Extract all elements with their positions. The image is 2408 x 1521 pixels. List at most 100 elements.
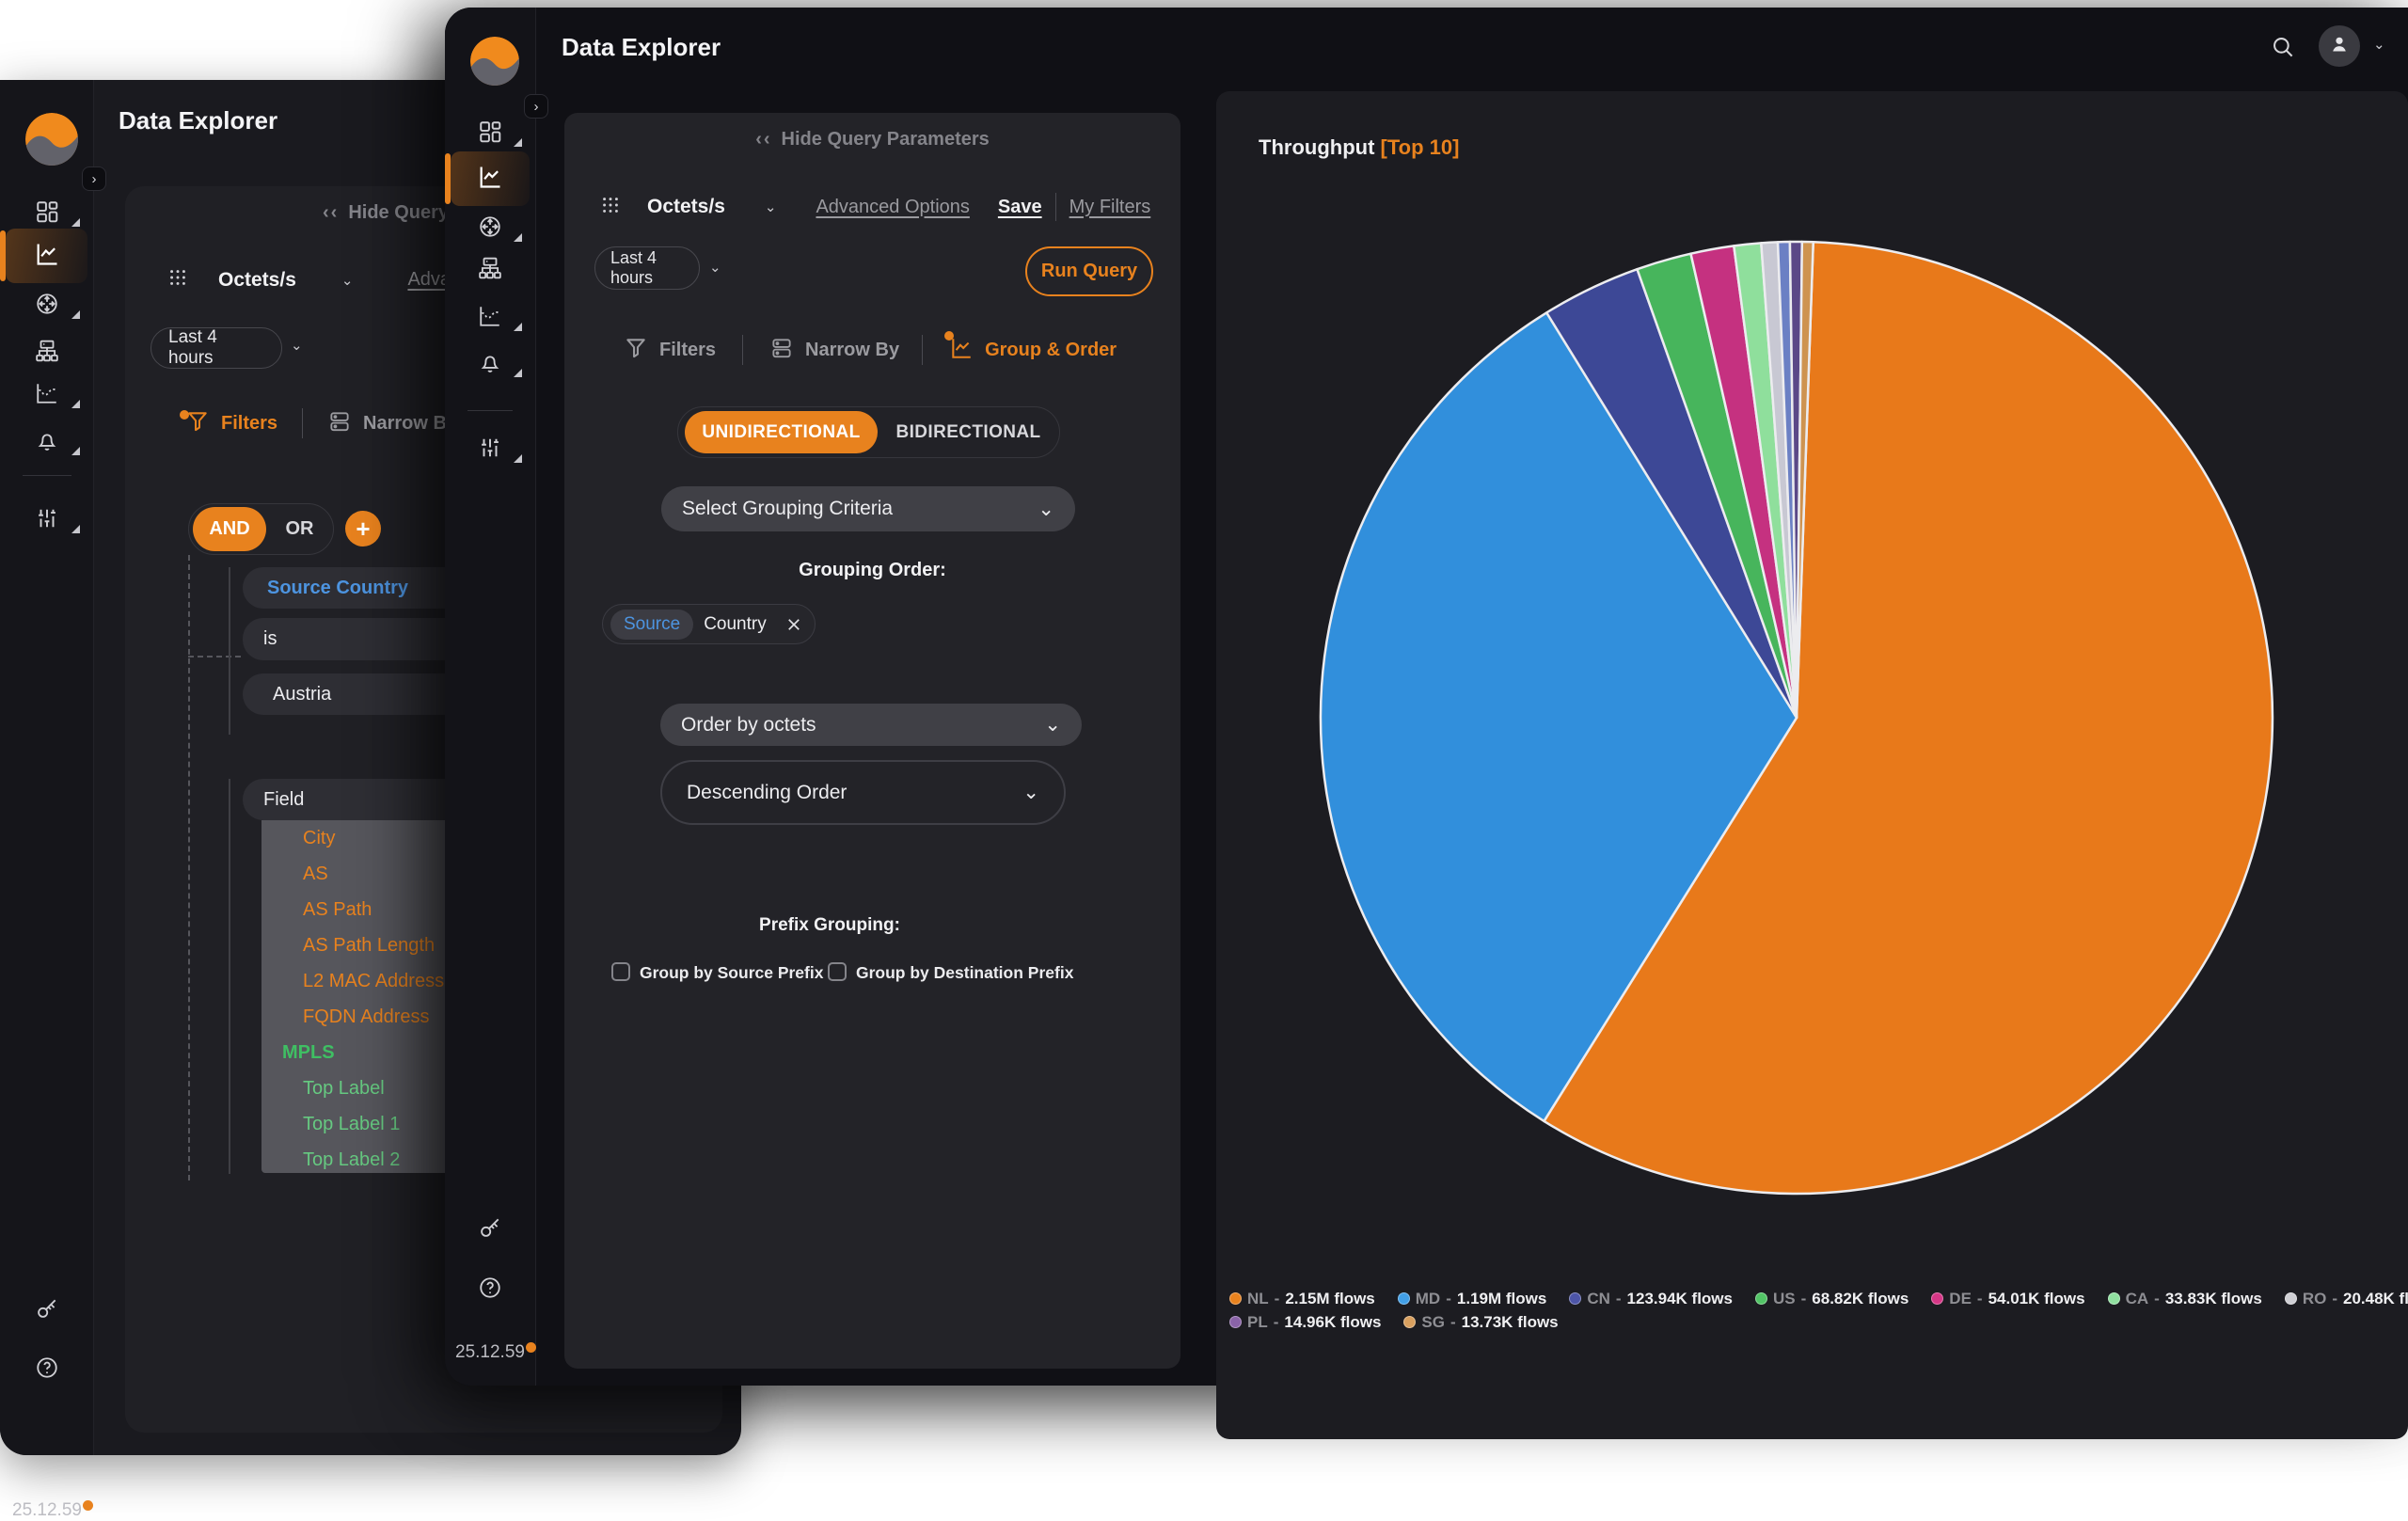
- legend-item-CN[interactable]: CN-123.94K flows: [1569, 1290, 1733, 1308]
- sidebar-item-help[interactable]: [451, 1267, 530, 1312]
- app-logo[interactable]: [25, 113, 78, 166]
- legend-value: 54.01K flows: [1988, 1290, 2085, 1308]
- sidebar-item-data-explorer[interactable]: [451, 151, 530, 206]
- tab-narrow-by[interactable]: Narrow By: [363, 413, 457, 435]
- link-divider: [1055, 193, 1056, 221]
- legend-item-RO[interactable]: RO-20.48K flows: [2285, 1290, 2408, 1308]
- time-range-select[interactable]: Last 4 hours: [594, 246, 700, 290]
- legend-item-US[interactable]: US-68.82K flows: [1755, 1290, 1909, 1308]
- logic-and-button[interactable]: AND: [193, 507, 266, 551]
- narrow-by-icon: [769, 336, 794, 365]
- help-icon: [478, 1275, 502, 1305]
- legend-item-MD[interactable]: MD-1.19M flows: [1398, 1290, 1547, 1308]
- collapse-icon: ‹‹: [323, 202, 339, 224]
- submenu-indicator-icon: [514, 323, 522, 331]
- metric-row: Octets/s ⌄ Advanced Options Save My Filt…: [600, 193, 1150, 221]
- sitemap-icon: [35, 339, 59, 368]
- add-condition-button[interactable]: +: [345, 511, 381, 547]
- legend-value: 1.19M flows: [1457, 1290, 1546, 1308]
- direction-toggle: UNIDIRECTIONAL BIDIRECTIONAL: [677, 406, 1060, 458]
- search-icon[interactable]: [2270, 34, 2295, 64]
- sidebar-item-settings[interactable]: [451, 427, 530, 472]
- router-icon: [478, 214, 502, 244]
- query-tabs-back: Filters Narrow By: [180, 408, 457, 438]
- legend-code: SG: [1421, 1313, 1445, 1332]
- metric-select[interactable]: Octets/s: [647, 196, 725, 218]
- submenu-indicator-icon: [514, 138, 522, 147]
- sidebar-item-help[interactable]: [6, 1347, 87, 1392]
- legend-code: PL: [1247, 1313, 1268, 1332]
- filter-active-dot: [180, 410, 189, 420]
- sidebar-item-api-keys[interactable]: [451, 1207, 530, 1252]
- user-avatar[interactable]: [2319, 25, 2360, 67]
- sort-order-select[interactable]: Descending Order ⌄: [660, 760, 1066, 825]
- unidirectional-button[interactable]: UNIDIRECTIONAL: [685, 411, 878, 453]
- chevron-down-icon: ⌄: [1022, 781, 1039, 804]
- sidebar-item-alerts[interactable]: [451, 341, 530, 387]
- legend-dot: [1569, 1292, 1581, 1305]
- version-label: 25.12.59: [455, 1342, 536, 1363]
- legend-value: 2.15M flows: [1285, 1290, 1374, 1308]
- grouping-chip: Source Country: [602, 604, 816, 644]
- run-query-button[interactable]: Run Query: [1025, 246, 1153, 296]
- tree-line: [188, 555, 190, 1180]
- destination-prefix-checkbox[interactable]: [828, 962, 847, 981]
- sidebar-item-api-keys[interactable]: [6, 1288, 87, 1333]
- submenu-indicator-icon: [514, 233, 522, 242]
- legend-item-DE[interactable]: DE-54.01K flows: [1931, 1290, 2084, 1308]
- grouping-criteria-select[interactable]: Select Grouping Criteria ⌄: [661, 486, 1075, 531]
- logic-or-button[interactable]: OR: [266, 518, 333, 540]
- submenu-indicator-icon: [71, 400, 80, 408]
- order-by-select[interactable]: Order by octets ⌄: [660, 704, 1082, 746]
- tab-filters[interactable]: Filters: [221, 413, 277, 435]
- source-prefix-checkbox[interactable]: [611, 962, 630, 981]
- sidebar-expand-button[interactable]: ›: [524, 94, 548, 119]
- legend-item-PL[interactable]: PL-14.96K flows: [1229, 1313, 1381, 1332]
- sidebar-item-network[interactable]: [451, 247, 530, 293]
- legend-row-1: NL-2.15M flows MD-1.19M flows CN-123.94K f…: [1229, 1288, 2396, 1309]
- chip-close-icon[interactable]: [785, 616, 802, 633]
- my-filters-link[interactable]: My Filters: [1069, 197, 1151, 218]
- sidebar-item-dashboards[interactable]: [451, 111, 530, 156]
- legend-item-NL[interactable]: NL-2.15M flows: [1229, 1290, 1375, 1308]
- destination-prefix-label: Group by Destination Prefix: [856, 963, 1073, 983]
- version-label: 25.12.59: [12, 1500, 93, 1521]
- sidebar-item-data-explorer[interactable]: [6, 229, 87, 283]
- collapse-query-button[interactable]: ‹‹ Hide Query Parameters: [564, 129, 1180, 151]
- time-range-select[interactable]: Last 4 hours: [150, 327, 282, 369]
- legend-value: 68.82K flows: [1812, 1290, 1909, 1308]
- sidebar-item-network[interactable]: [6, 330, 87, 375]
- chevron-down-icon[interactable]: ⌄: [291, 337, 303, 354]
- chip-scope[interactable]: Source: [610, 610, 693, 640]
- sidebar-expand-button[interactable]: ›: [82, 166, 106, 191]
- chevron-down-icon[interactable]: ⌄: [765, 198, 777, 215]
- bidirectional-button[interactable]: BIDIRECTIONAL: [878, 422, 1059, 443]
- sidebar-item-anomalies[interactable]: [6, 372, 87, 418]
- tab-filters[interactable]: Filters: [659, 340, 716, 361]
- metric-select[interactable]: Octets/s: [218, 269, 296, 292]
- sidebar-item-alerts[interactable]: [6, 420, 87, 465]
- legend-row-2: PL-14.96K flows SG-13.73K flows: [1229, 1311, 2396, 1333]
- tab-narrow-by[interactable]: Narrow By: [805, 340, 899, 361]
- chevron-down-icon[interactable]: ⌄: [2373, 36, 2385, 53]
- tree-line: [188, 656, 241, 658]
- tab-group-order[interactable]: Group & Order: [985, 340, 1117, 361]
- legend-item-SG[interactable]: SG-13.73K flows: [1403, 1313, 1558, 1332]
- app-logo[interactable]: [470, 37, 519, 86]
- sidebar-item-anomalies[interactable]: [451, 295, 530, 341]
- advanced-options-link[interactable]: Advanced Options: [816, 197, 969, 218]
- sidebar-item-routing[interactable]: [6, 283, 87, 328]
- save-link[interactable]: Save: [998, 197, 1042, 218]
- window-front: ›: [445, 8, 2408, 1386]
- chevron-down-icon[interactable]: ⌄: [341, 272, 354, 289]
- legend-value: 33.83K flows: [2165, 1290, 2262, 1308]
- query-panel-front: ‹‹ Hide Query Parameters Octets/s ⌄ Adva…: [564, 113, 1180, 1369]
- legend-item-CA[interactable]: CA-33.83K flows: [2108, 1290, 2262, 1308]
- sidebar-divider: [467, 410, 513, 411]
- chevron-down-icon[interactable]: ⌄: [709, 259, 721, 276]
- sidebar-item-settings[interactable]: [6, 498, 87, 543]
- drag-handle-icon[interactable]: [167, 267, 188, 293]
- drag-handle-icon[interactable]: [600, 195, 621, 220]
- sidebar-back: ›: [0, 80, 94, 1455]
- sidebar-item-routing[interactable]: [451, 206, 530, 251]
